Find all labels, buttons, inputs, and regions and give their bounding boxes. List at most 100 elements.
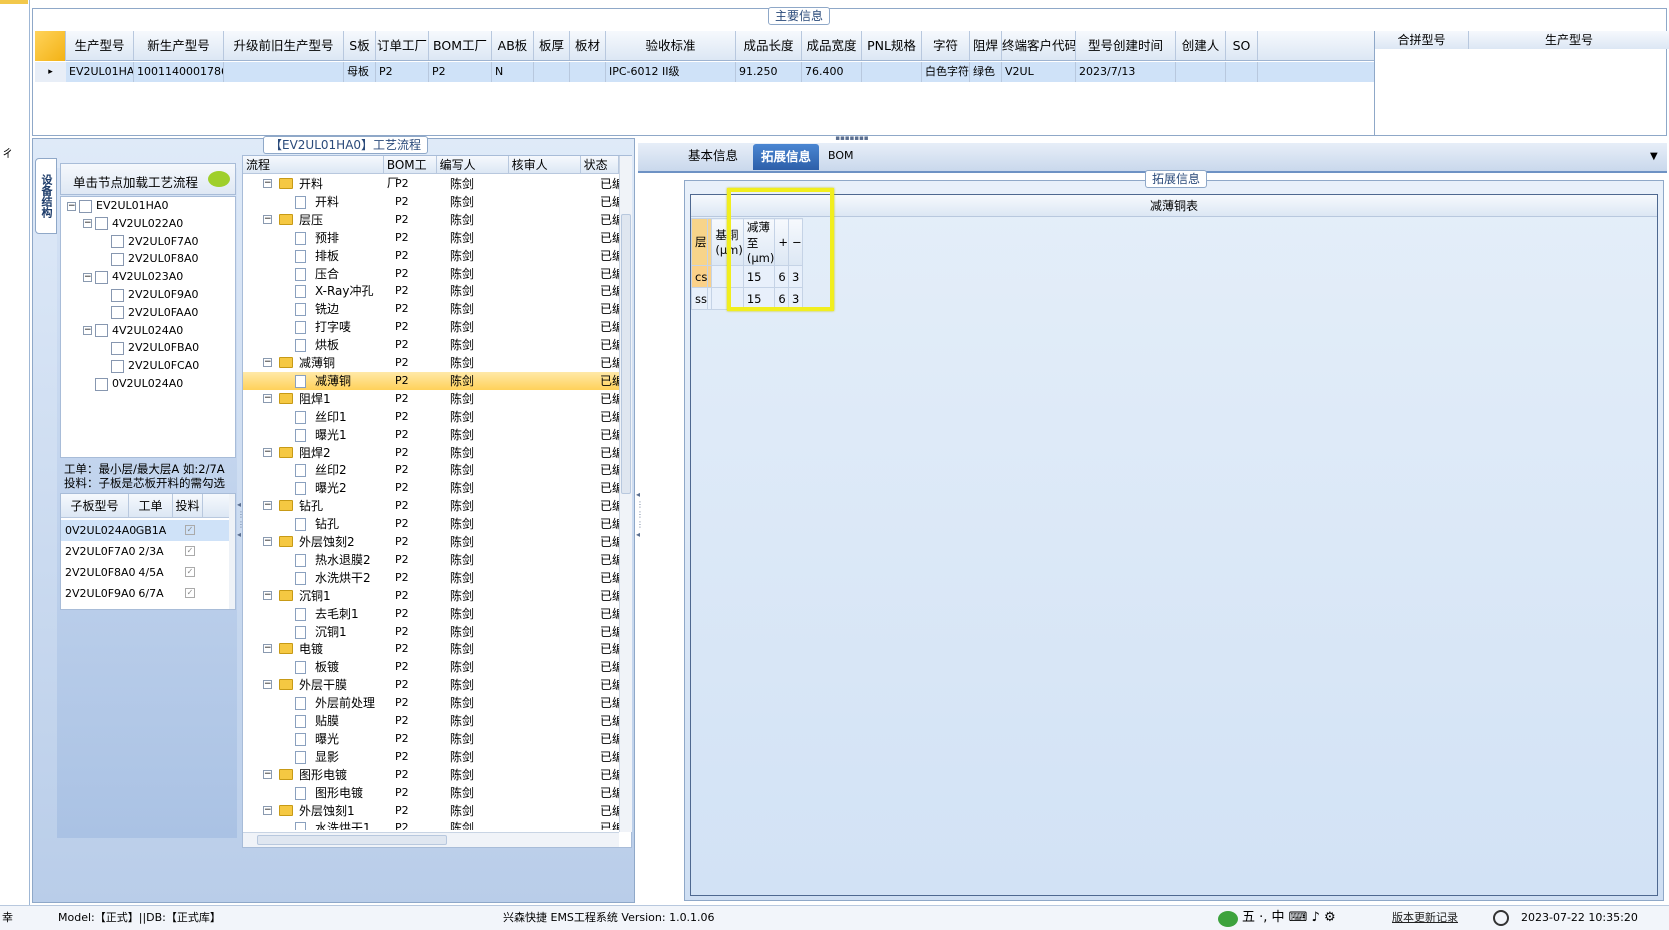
flow-col-header[interactable]: 核审人	[509, 156, 581, 173]
flow-name-cell[interactable]: − 阻焊2	[243, 444, 390, 462]
main-cell[interactable]: 母板	[344, 62, 376, 82]
flow-name-cell[interactable]: 沉铜1	[243, 623, 390, 641]
main-cell[interactable]: EV2UL01HA0	[66, 62, 134, 82]
sub-cell-order[interactable]: GB1A	[129, 520, 173, 541]
flow-name-cell[interactable]: − 外层蚀刻1	[243, 802, 390, 820]
flow-name-cell[interactable]: 热水退膜2	[243, 551, 390, 569]
flow-name-cell[interactable]: 减薄铜	[243, 372, 390, 390]
ext-col-header[interactable]: 层	[690, 218, 709, 266]
flow-name-cell[interactable]: X-Ray冲孔	[243, 282, 390, 300]
tab-extended-info[interactable]: 拓展信息	[753, 144, 820, 170]
main-col-header[interactable]: 成品长度	[736, 31, 802, 60]
flow-row[interactable]: − 外层蚀刻2 P2 陈剑 已编写	[243, 533, 619, 551]
flow-row[interactable]: 图形电镀 P2 陈剑 已编写	[243, 784, 619, 802]
tree-checkbox[interactable]	[111, 306, 124, 320]
flow-name-cell[interactable]: 曝光1	[243, 426, 390, 444]
flow-row[interactable]: − 外层蚀刻1 P2 陈剑 已编写	[243, 802, 619, 820]
flow-name-cell[interactable]: 丝印1	[243, 408, 390, 426]
flow-name-cell[interactable]: 钻孔	[243, 515, 390, 533]
flow-name-cell[interactable]: − 层压	[243, 211, 390, 229]
flow-name-cell[interactable]: 压合	[243, 265, 390, 283]
main-col-header[interactable]: 验收标准	[606, 31, 736, 60]
main-col-header[interactable]: 升级前旧生产型号	[224, 31, 344, 60]
flow-hscroll[interactable]	[243, 832, 619, 847]
tree-checkbox[interactable]	[95, 270, 108, 284]
flow-expander-icon[interactable]: −	[263, 393, 272, 403]
flow-row[interactable]: 沉铜1 P2 陈剑 已编写	[243, 623, 619, 641]
flow-row[interactable]: − 沉铜1 P2 陈剑 已编写	[243, 587, 619, 605]
main-grid-row[interactable]: EV2UL01HA010011400017868母板P2P2NIPC-6012 …	[66, 62, 1374, 82]
main-cell[interactable]: 10011400017868	[134, 62, 224, 82]
tree-node[interactable]: − 4V2UL024A0	[83, 323, 183, 339]
flow-expander-icon[interactable]: −	[263, 769, 272, 779]
version-log-link[interactable]: 版本更新记录	[1392, 906, 1458, 930]
flow-row[interactable]: 热水退膜2 P2 陈剑 已编写	[243, 551, 619, 569]
main-col-header[interactable]: 阻焊	[970, 31, 1002, 60]
main-col-header[interactable]: AB板	[492, 31, 534, 60]
flow-name-cell[interactable]: 打字唛	[243, 318, 390, 336]
main-col-header[interactable]: 型号创建时间	[1076, 31, 1176, 60]
sub-cell-order[interactable]: 6/7A	[129, 583, 173, 604]
flow-name-cell[interactable]: − 开料	[243, 175, 390, 193]
flow-expander-icon[interactable]: −	[263, 590, 272, 600]
flow-expander-icon[interactable]: −	[263, 537, 272, 546]
flow-row[interactable]: 排板 P2 陈剑 已编写	[243, 247, 619, 265]
flow-row[interactable]: − 减薄铜 P2 陈剑 已编写	[243, 354, 619, 372]
tree-checkbox[interactable]	[111, 341, 124, 355]
flow-row[interactable]: 丝印2 P2 陈剑 已编写	[243, 461, 619, 479]
flow-row[interactable]: − 钻孔 P2 陈剑 已编写	[243, 497, 619, 515]
main-col-header[interactable]: 终端客户代码	[1002, 31, 1076, 60]
sub-cell-checkbox[interactable]: ✓	[185, 567, 195, 577]
sub-cell-checkbox[interactable]: ✓	[185, 525, 195, 535]
flow-name-cell[interactable]: 曝光2	[243, 479, 390, 497]
flow-name-cell[interactable]: 开料	[243, 193, 390, 211]
main-col-header[interactable]: 创建人	[1176, 31, 1226, 60]
sub-cell-order[interactable]: 4/5A	[129, 562, 173, 583]
flow-row[interactable]: 贴膜 P2 陈剑 已编写	[243, 712, 619, 730]
flow-expander-icon[interactable]: −	[263, 644, 272, 654]
flow-name-cell[interactable]: 贴膜	[243, 712, 390, 730]
left-splitter[interactable]: ◂ ⋮ ⋮ ◂	[237, 500, 245, 570]
flow-row[interactable]: 开料 P2 陈剑 已编写	[243, 193, 619, 211]
main-cell[interactable]	[1226, 62, 1258, 82]
main-col-header[interactable]: BOM工厂	[429, 31, 492, 60]
main-col-header[interactable]: 订单工厂	[376, 31, 429, 60]
tree-node[interactable]: − 4V2UL023A0	[83, 269, 183, 285]
flow-row[interactable]: − 阻焊1 P2 陈剑 已编写	[243, 390, 619, 408]
main-col-header[interactable]: 板材	[570, 31, 606, 60]
flow-name-cell[interactable]: 铣边	[243, 300, 390, 318]
flow-row[interactable]: − 图形电镀 P2 陈剑 已编写	[243, 766, 619, 784]
flow-expander-icon[interactable]: −	[263, 179, 272, 188]
flow-vscroll-thumb[interactable]	[621, 214, 631, 494]
main-cell[interactable]: N	[492, 62, 534, 82]
flow-name-cell[interactable]: 丝印2	[243, 461, 390, 479]
flow-name-cell[interactable]: 水洗烘干1	[243, 819, 390, 830]
side-tab-device-structure[interactable]: 设备结构	[35, 158, 57, 234]
tree-checkbox[interactable]	[111, 359, 124, 373]
ime-toolbar[interactable]: 五 ·, 中 ⌨ ♪ ⚙	[1242, 906, 1336, 930]
flow-row[interactable]: − 层压 P2 陈剑 已编写	[243, 211, 619, 229]
flow-name-cell[interactable]: 烘板	[243, 336, 390, 354]
sub-scrollbar[interactable]	[229, 494, 235, 609]
main-cell[interactable]: V2UL	[1002, 62, 1076, 82]
main-col-header[interactable]: S板	[344, 31, 376, 60]
flow-row[interactable]: 烘板 P2 陈剑 已编写	[243, 336, 619, 354]
flow-name-cell[interactable]: 预排	[243, 229, 390, 247]
tab-dropdown-icon[interactable]: ▼	[1650, 151, 1658, 162]
flow-name-cell[interactable]: 曝光	[243, 730, 390, 748]
flow-row[interactable]: X-Ray冲孔 P2 陈剑 已编写	[243, 282, 619, 300]
flow-col-header[interactable]: 流程	[243, 156, 384, 173]
flow-hscroll-thumb[interactable]	[257, 835, 447, 845]
main-cell[interactable]	[570, 62, 606, 82]
flow-name-cell[interactable]: − 外层干膜	[243, 676, 390, 694]
flow-row[interactable]: 外层前处理 P2 陈剑 已编写	[243, 694, 619, 712]
flow-name-cell[interactable]: 板镀	[243, 658, 390, 676]
main-cell[interactable]: 白色字符	[922, 62, 970, 82]
flow-row[interactable]: 钻孔 P2 陈剑 已编写	[243, 515, 619, 533]
flow-expander-icon[interactable]: −	[263, 214, 272, 224]
flow-name-cell[interactable]: 排板	[243, 247, 390, 265]
flow-row[interactable]: 水洗烘干2 P2 陈剑 已编写	[243, 569, 619, 587]
flow-name-cell[interactable]: − 阻焊1	[243, 390, 390, 408]
tree-node[interactable]: 2V2UL0F8A0	[99, 251, 199, 267]
flow-row[interactable]: 铣边 P2 陈剑 已编写	[243, 300, 619, 318]
